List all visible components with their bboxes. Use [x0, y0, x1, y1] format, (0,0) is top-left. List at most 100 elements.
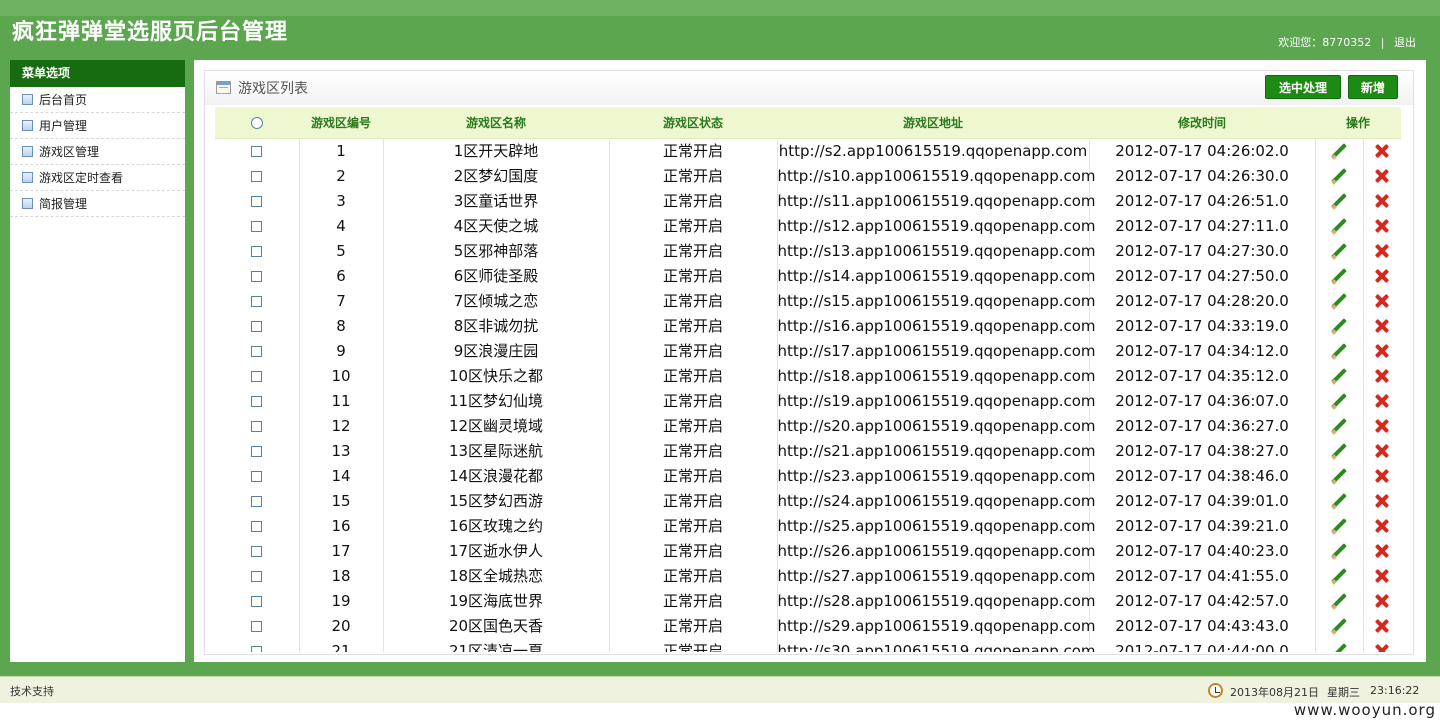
- row-checkbox[interactable]: [251, 345, 263, 357]
- pencil-icon[interactable]: [1330, 592, 1348, 610]
- sidebar-item-game-zones[interactable]: 游戏区管理: [10, 139, 185, 165]
- pencil-icon[interactable]: [1330, 342, 1348, 360]
- pencil-icon[interactable]: [1330, 217, 1348, 235]
- delete-x-icon[interactable]: [1374, 518, 1390, 534]
- delete-x-icon[interactable]: [1374, 568, 1390, 584]
- pencil-icon[interactable]: [1330, 617, 1348, 635]
- pencil-icon[interactable]: [1330, 167, 1348, 185]
- zone-table-scroll[interactable]: 游戏区编号 游戏区名称 游戏区状态 游戏区地址 修改时间 操作 1 1区开天辟地正…: [215, 107, 1401, 652]
- delete-cell: [1363, 338, 1401, 363]
- logout-link[interactable]: 退出: [1394, 36, 1416, 49]
- pencil-icon[interactable]: [1330, 317, 1348, 335]
- table-row: 6 6区师徒圣殿 正常开启 http://s14.app100615519.qqope…: [215, 263, 1401, 288]
- sidebar-item-zone-schedule[interactable]: 游戏区定时查看: [10, 165, 185, 191]
- delete-x-icon[interactable]: [1374, 393, 1390, 409]
- row-checkbox[interactable]: [251, 195, 263, 207]
- pencil-icon[interactable]: [1330, 267, 1348, 285]
- row-select-cell: [215, 513, 300, 538]
- row-checkbox[interactable]: [251, 320, 263, 332]
- sidebar-item-briefs[interactable]: 简报管理: [10, 191, 185, 217]
- row-checkbox[interactable]: [251, 620, 263, 632]
- pencil-icon[interactable]: [1330, 142, 1348, 160]
- pencil-icon[interactable]: [1330, 442, 1348, 460]
- zone-time-cell: 2012-07-17 04:27:30.0: [1089, 238, 1316, 263]
- delete-x-icon[interactable]: [1374, 218, 1390, 234]
- delete-x-icon[interactable]: [1374, 618, 1390, 634]
- main-content: 游戏区列表 选中处理 新增 游戏区编号 游戏区名称 游戏区状态 游戏区地址 修改…: [194, 60, 1426, 662]
- pencil-icon[interactable]: [1330, 192, 1348, 210]
- row-checkbox[interactable]: [251, 570, 263, 582]
- zone-url-cell: http://s12.app100615519.qqopenapp.com: [777, 213, 1096, 238]
- zone-id-cell: 18: [299, 563, 384, 588]
- pencil-icon[interactable]: [1330, 392, 1348, 410]
- row-checkbox[interactable]: [251, 220, 263, 232]
- pencil-icon[interactable]: [1330, 367, 1348, 385]
- batch-process-button[interactable]: 选中处理: [1265, 75, 1341, 99]
- watermark-text: www.wooyun.org: [1293, 701, 1436, 719]
- row-checkbox[interactable]: [251, 245, 263, 257]
- zone-time-cell: 2012-07-17 04:26:51.0: [1089, 188, 1316, 213]
- pencil-icon[interactable]: [1330, 567, 1348, 585]
- sidebar-item-label: 游戏区管理: [39, 145, 100, 159]
- zone-id-cell: 6: [299, 263, 384, 288]
- sidebar-item-users[interactable]: 用户管理: [10, 113, 185, 139]
- delete-cell: [1363, 563, 1401, 588]
- pencil-icon[interactable]: [1330, 417, 1348, 435]
- zone-id-cell: 9: [299, 338, 384, 363]
- delete-cell: [1363, 238, 1401, 263]
- add-zone-button[interactable]: 新增: [1348, 75, 1398, 99]
- delete-x-icon[interactable]: [1374, 368, 1390, 384]
- delete-x-icon[interactable]: [1374, 268, 1390, 284]
- zone-url-cell: http://s14.app100615519.qqopenapp.com: [777, 263, 1096, 288]
- sidebar-item-home[interactable]: 后台首页: [10, 87, 185, 113]
- row-checkbox[interactable]: [251, 295, 263, 307]
- delete-x-icon[interactable]: [1374, 143, 1390, 159]
- row-checkbox[interactable]: [251, 170, 263, 182]
- delete-cell: [1363, 163, 1401, 188]
- delete-x-icon[interactable]: [1374, 193, 1390, 209]
- row-checkbox[interactable]: [251, 470, 263, 482]
- clock-icon: [1208, 683, 1223, 698]
- delete-x-icon[interactable]: [1374, 643, 1390, 652]
- pencil-icon[interactable]: [1330, 642, 1348, 652]
- row-select-cell: [215, 263, 300, 288]
- row-checkbox[interactable]: [251, 545, 263, 557]
- zone-url-cell: http://s18.app100615519.qqopenapp.com: [777, 363, 1096, 388]
- delete-x-icon[interactable]: [1374, 243, 1390, 259]
- row-checkbox[interactable]: [251, 370, 263, 382]
- pencil-icon[interactable]: [1330, 517, 1348, 535]
- row-checkbox[interactable]: [251, 645, 263, 652]
- zone-name-cell: 3区童话世界: [383, 188, 610, 213]
- pencil-icon[interactable]: [1330, 542, 1348, 560]
- delete-x-icon[interactable]: [1374, 293, 1390, 309]
- column-header-url: 游戏区地址: [777, 107, 1089, 139]
- pencil-icon[interactable]: [1330, 467, 1348, 485]
- delete-x-icon[interactable]: [1374, 168, 1390, 184]
- delete-x-icon[interactable]: [1374, 543, 1390, 559]
- delete-x-icon[interactable]: [1374, 318, 1390, 334]
- delete-x-icon[interactable]: [1374, 343, 1390, 359]
- row-checkbox[interactable]: [251, 445, 263, 457]
- row-select-cell: [215, 363, 300, 388]
- row-checkbox[interactable]: [251, 595, 263, 607]
- zone-id-cell: 8: [299, 313, 384, 338]
- row-checkbox[interactable]: [251, 395, 263, 407]
- delete-x-icon[interactable]: [1374, 443, 1390, 459]
- delete-x-icon[interactable]: [1374, 418, 1390, 434]
- zone-time-cell: 2012-07-17 04:39:01.0: [1089, 488, 1316, 513]
- delete-x-icon[interactable]: [1374, 593, 1390, 609]
- row-checkbox[interactable]: [251, 495, 263, 507]
- row-checkbox[interactable]: [251, 420, 263, 432]
- row-checkbox[interactable]: [251, 145, 263, 157]
- delete-cell: [1363, 388, 1401, 413]
- row-checkbox[interactable]: [251, 520, 263, 532]
- pencil-icon[interactable]: [1330, 492, 1348, 510]
- delete-x-icon[interactable]: [1374, 493, 1390, 509]
- delete-x-icon[interactable]: [1374, 468, 1390, 484]
- pencil-icon[interactable]: [1330, 242, 1348, 260]
- row-checkbox[interactable]: [251, 270, 263, 282]
- select-all-radio[interactable]: [251, 116, 263, 129]
- zone-time-cell: 2012-07-17 04:35:12.0: [1089, 363, 1316, 388]
- zone-url-cell: http://s27.app100615519.qqopenapp.com: [777, 563, 1096, 588]
- pencil-icon[interactable]: [1330, 292, 1348, 310]
